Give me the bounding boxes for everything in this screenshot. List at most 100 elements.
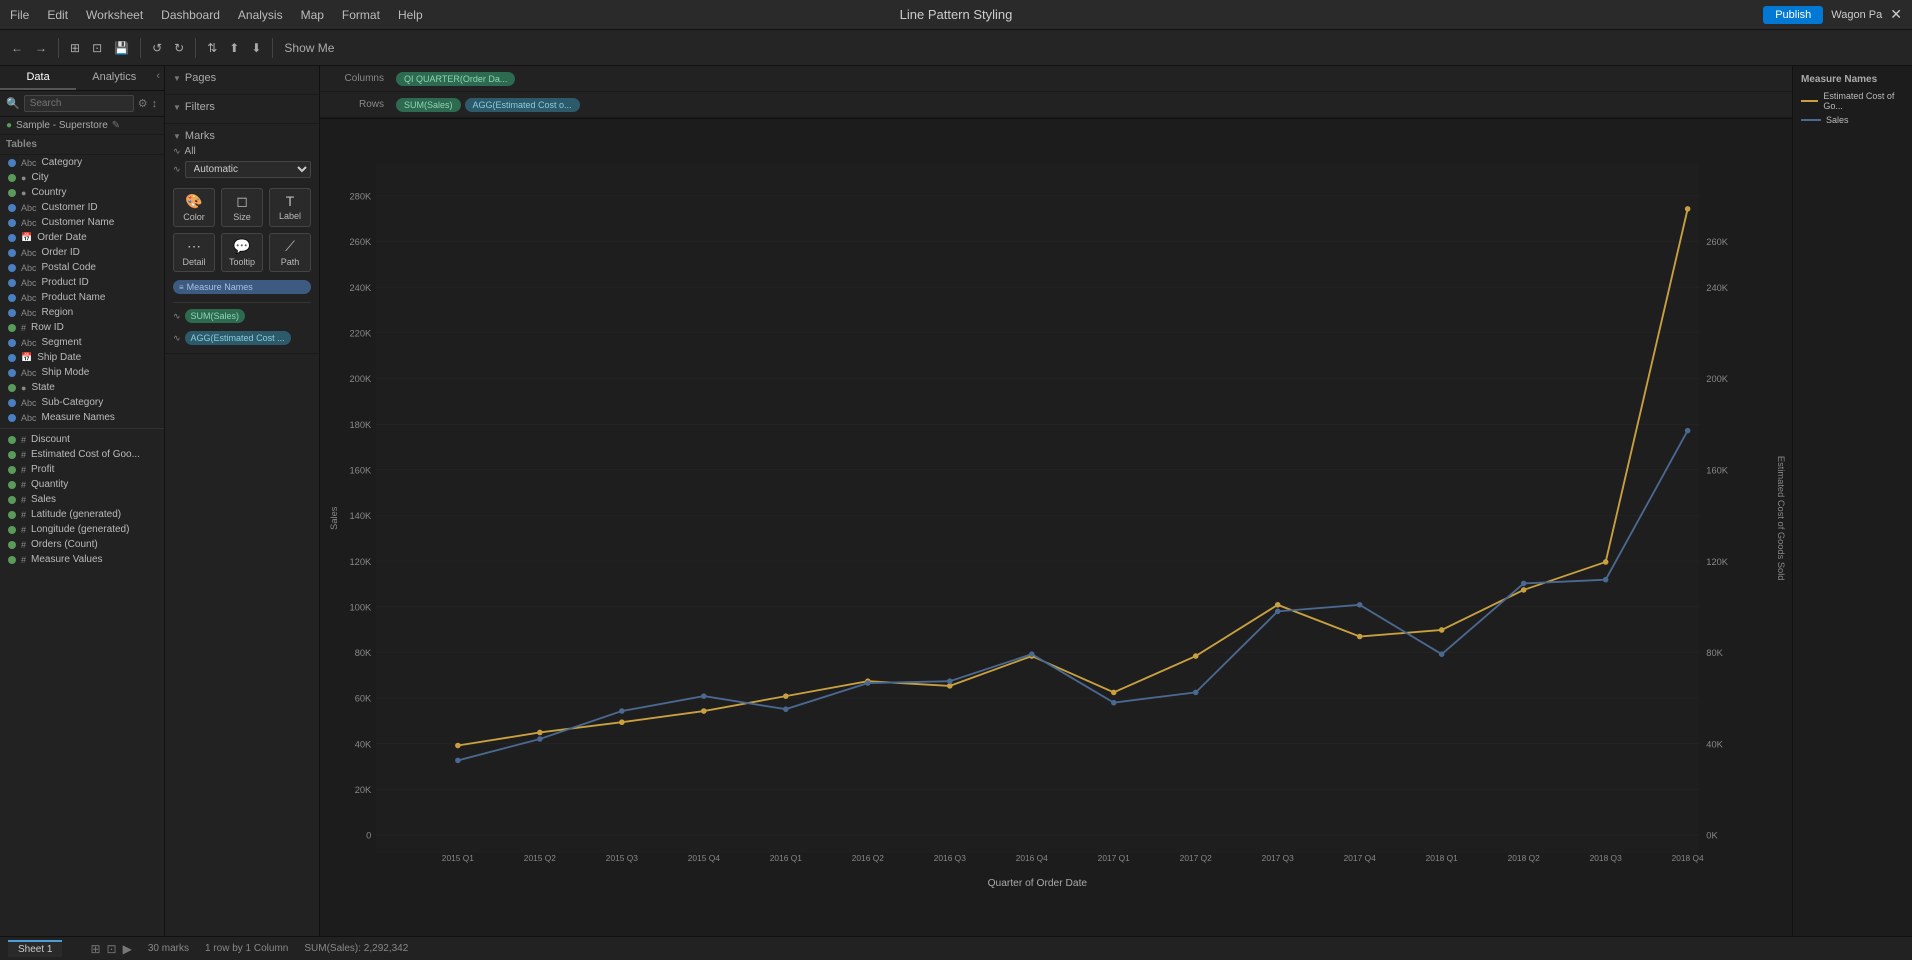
search-input[interactable] — [24, 95, 134, 112]
new-sheet-icon[interactable]: ⊞ — [90, 942, 100, 956]
marks-collapse-icon[interactable]: ▼ — [173, 132, 181, 141]
columns-pill-quarter[interactable]: QI QUARTER(Order Da... — [396, 72, 515, 86]
tab-analytics[interactable]: Analytics — [76, 66, 152, 90]
save-button[interactable]: 💾 — [109, 38, 134, 58]
svg-text:2017 Q1: 2017 Q1 — [1098, 853, 1130, 863]
field-estimated-cost[interactable]: # Estimated Cost of Goo... — [0, 447, 164, 462]
size-button[interactable]: ◻ Size — [221, 188, 263, 227]
field-profit[interactable]: # Profit — [0, 462, 164, 477]
legend-label-sales: Sales — [1826, 115, 1849, 125]
legend-line-sales — [1801, 119, 1821, 121]
measure-names-pill-label: Measure Names — [187, 282, 253, 292]
swap-button[interactable]: ⇅ — [202, 38, 222, 58]
marks-type-dropdown[interactable]: Automatic Line Bar Area — [185, 161, 311, 178]
menu-worksheet[interactable]: Worksheet — [86, 8, 143, 22]
svg-text:2016 Q4: 2016 Q4 — [1016, 853, 1048, 863]
sum-sales-pill[interactable]: SUM(Sales) — [185, 309, 246, 323]
sort-icon[interactable]: ↕ — [152, 98, 158, 110]
path-icon: ⟋ — [285, 238, 295, 255]
field-longitude[interactable]: # Longitude (generated) — [0, 522, 164, 537]
field-postal-code[interactable]: Abc Postal Code — [0, 260, 164, 275]
present-sheet-icon[interactable]: ▶ — [123, 942, 132, 956]
path-button[interactable]: ⟋ Path — [269, 233, 311, 272]
menu-format[interactable]: Format — [342, 8, 380, 22]
field-region[interactable]: Abc Region — [0, 305, 164, 320]
field-state[interactable]: ● State — [0, 380, 164, 395]
menu-analysis[interactable]: Analysis — [238, 8, 283, 22]
marks-all-label: All — [185, 146, 196, 157]
menu-help[interactable]: Help — [398, 8, 423, 22]
field-dot — [8, 451, 16, 459]
field-order-date[interactable]: 📅 Order Date — [0, 230, 164, 245]
sort-desc-button[interactable]: ⬇ — [246, 38, 266, 58]
label-button[interactable]: T Label — [269, 188, 311, 227]
color-button[interactable]: 🎨 Color — [173, 188, 215, 227]
new-worksheet-button[interactable]: ⊞ — [65, 38, 85, 58]
field-dot — [8, 466, 16, 474]
field-country[interactable]: ● Country — [0, 185, 164, 200]
detail-button[interactable]: ⋯ Detail — [173, 233, 215, 272]
close-button[interactable]: ✕ — [1890, 6, 1902, 23]
field-segment[interactable]: Abc Segment — [0, 335, 164, 350]
tooltip-button[interactable]: 💬 Tooltip — [221, 233, 263, 272]
datasource-label[interactable]: Sample - Superstore — [16, 120, 108, 131]
marks-all-row: ∿ All — [173, 146, 311, 157]
field-row-id[interactable]: # Row ID — [0, 320, 164, 335]
filters-collapse-icon[interactable]: ▼ — [173, 103, 181, 112]
back-button[interactable]: ← — [6, 38, 28, 58]
field-customer-id[interactable]: Abc Customer ID — [0, 200, 164, 215]
publish-button[interactable]: Publish — [1763, 6, 1823, 24]
datasource-edit-icon[interactable]: ✎ — [112, 120, 120, 131]
redo-button[interactable]: ↻ — [169, 38, 189, 58]
field-measure-values[interactable]: # Measure Values — [0, 552, 164, 567]
sheet-tab-1[interactable]: Sheet 1 — [8, 940, 62, 957]
filter-icon[interactable]: ⚙ — [138, 97, 148, 110]
rows-pill-estimated[interactable]: AGG(Estimated Cost o... — [465, 98, 580, 112]
marks-label: Marks — [185, 130, 215, 142]
field-quantity[interactable]: # Quantity — [0, 477, 164, 492]
label-icon: T — [286, 193, 295, 209]
field-product-name[interactable]: Abc Product Name — [0, 290, 164, 305]
menu-dashboard[interactable]: Dashboard — [161, 8, 220, 22]
field-dot — [8, 556, 16, 564]
field-ship-date[interactable]: 📅 Ship Date — [0, 350, 164, 365]
field-product-id[interactable]: Abc Product ID — [0, 275, 164, 290]
field-city[interactable]: ● City — [0, 170, 164, 185]
svg-text:2016 Q3: 2016 Q3 — [934, 853, 966, 863]
rows-pill-sales[interactable]: SUM(Sales) — [396, 98, 461, 112]
field-sales[interactable]: # Sales — [0, 492, 164, 507]
field-sub-category[interactable]: Abc Sub-Category — [0, 395, 164, 410]
show-me-button[interactable]: Show Me — [279, 38, 339, 58]
field-orders-count[interactable]: # Orders (Count) — [0, 537, 164, 552]
menu-edit[interactable]: Edit — [47, 8, 68, 22]
field-latitude[interactable]: # Latitude (generated) — [0, 507, 164, 522]
field-dot — [8, 264, 16, 272]
field-measure-names[interactable]: Abc Measure Names — [0, 410, 164, 425]
menu-file[interactable]: File — [10, 8, 29, 22]
forward-button[interactable]: → — [30, 38, 52, 58]
field-category[interactable]: Abc Category — [0, 155, 164, 170]
measure-names-pill[interactable]: ≡ Measure Names — [173, 280, 311, 294]
menu-map[interactable]: Map — [301, 8, 324, 22]
sort-asc-button[interactable]: ⬆ — [224, 38, 244, 58]
field-customer-name[interactable]: Abc Customer Name — [0, 215, 164, 230]
field-discount[interactable]: # Discount — [0, 432, 164, 447]
shelf-area: Columns QI QUARTER(Order Da... Rows SUM(… — [320, 66, 1792, 119]
agg-section: ∿ AGG(Estimated Cost ... — [173, 329, 311, 347]
undo-button[interactable]: ↺ — [147, 38, 167, 58]
duplicate-button[interactable]: ⊡ — [87, 38, 107, 58]
pages-collapse-icon[interactable]: ▼ — [173, 74, 181, 83]
chart-canvas: 0 20K 40K 60K 80K 100K 120K 140K 160K 18… — [320, 119, 1792, 936]
duplicate-sheet-icon[interactable]: ⊡ — [107, 942, 117, 956]
svg-text:220K: 220K — [350, 329, 373, 339]
field-dot — [8, 279, 16, 287]
agg-estimated-cost-pill[interactable]: AGG(Estimated Cost ... — [185, 331, 291, 345]
field-order-id[interactable]: Abc Order ID — [0, 245, 164, 260]
panel-collapse-button[interactable]: ‹ — [152, 66, 164, 90]
toolbar-separator — [58, 38, 59, 58]
agg-icon: ∿ — [173, 333, 181, 344]
svg-text:160K: 160K — [350, 465, 373, 475]
field-ship-mode[interactable]: Abc Ship Mode — [0, 365, 164, 380]
tab-data[interactable]: Data — [0, 66, 76, 90]
svg-text:200K: 200K — [1706, 374, 1729, 384]
